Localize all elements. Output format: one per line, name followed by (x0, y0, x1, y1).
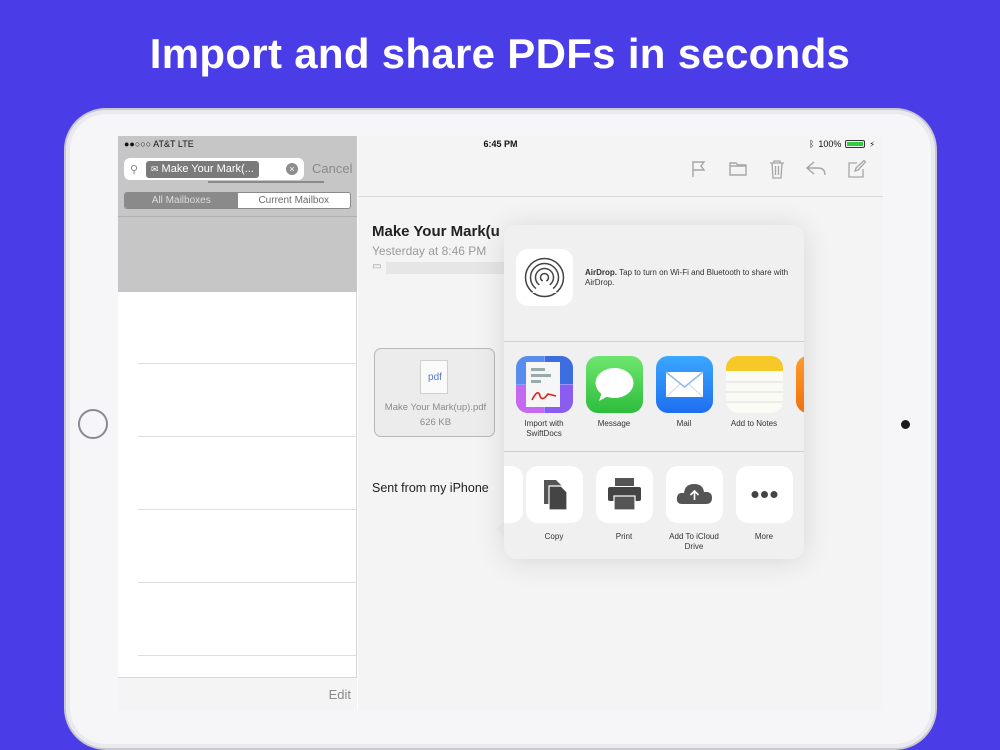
list-separator (138, 436, 357, 437)
app-label: Message (597, 419, 631, 428)
toolbar-divider (358, 196, 883, 197)
share-app-partial[interactable] (794, 356, 804, 413)
share-app-notes[interactable]: Add to Notes (724, 356, 784, 429)
search-icon: ⚲ (130, 163, 139, 176)
airdrop-description: AirDrop. Tap to turn on Wi-Fi and Blueto… (585, 268, 795, 288)
action-label: More (754, 532, 774, 541)
action-partial[interactable] (504, 466, 524, 523)
trash-icon[interactable] (769, 160, 785, 179)
notes-icon (725, 356, 783, 413)
attachment-size: 626 KB (419, 417, 452, 428)
search-token[interactable]: ✉ Make Your Mark(... (146, 160, 259, 178)
message-toolbar (358, 152, 883, 197)
edit-button[interactable]: Edit (329, 687, 351, 702)
status-bar: ●●○○○ AT&T LTE 6:45 PM ᛒ 100% ⚡ (118, 136, 883, 152)
action-label: Print (615, 532, 633, 541)
more-icon (735, 466, 793, 523)
action-label: Add To iCloud Drive (669, 532, 719, 551)
airdrop-row[interactable]: AirDrop. Tap to turn on Wi-Fi and Blueto… (504, 225, 804, 341)
airdrop-title: AirDrop. (585, 268, 617, 277)
list-footer: Edit (118, 677, 357, 710)
action-icloud-drive[interactable]: Add To iCloud Drive (664, 466, 724, 552)
attachment-filename: Make Your Mark(up).pdf (384, 402, 487, 413)
share-app-message[interactable]: Message (584, 356, 644, 429)
status-time: 6:45 PM (483, 139, 518, 149)
flag-icon[interactable] (691, 160, 707, 178)
message-body: Sent from my iPhone (372, 481, 489, 495)
message-date: Yesterday at 8:46 PM (372, 244, 487, 258)
headline: Import and share PDFs in seconds (149, 30, 851, 77)
message-subject: Make Your Mark(u (372, 223, 500, 240)
list-separator (138, 509, 357, 510)
envelope-icon: ✉ (151, 163, 159, 174)
pdf-type-label: pdf (428, 372, 442, 383)
scope-current-mailbox[interactable]: Current Mailbox (238, 193, 351, 208)
list-separator (138, 363, 357, 364)
app-label: Import with SwiftDocs (524, 419, 564, 438)
front-camera (901, 420, 910, 429)
search-row: ⚲ ✉ Make Your Mark(... × Cancel (124, 158, 354, 180)
home-button[interactable] (78, 409, 108, 439)
compose-icon[interactable] (848, 160, 866, 178)
pdf-attachment[interactable]: pdf Make Your Mark(up).pdf 626 KB (374, 348, 495, 437)
search-token-text: Make Your Mark(... (161, 162, 254, 175)
bluetooth-icon: ᛒ (808, 139, 815, 149)
battery-percent: 100% (818, 139, 842, 149)
folder-icon[interactable] (729, 160, 747, 176)
share-actions-row: Copy Print Add To iCloud Drive More (504, 466, 804, 551)
search-input[interactable]: ⚲ ✉ Make Your Mark(... × (124, 158, 304, 180)
cancel-button[interactable]: Cancel (312, 161, 352, 176)
partial-app-icon (795, 356, 804, 413)
pdf-file-icon: pdf (420, 360, 448, 394)
message-icon (585, 356, 643, 413)
battery-icon (845, 140, 866, 148)
charging-icon: ⚡ (869, 139, 875, 149)
sheet-divider (504, 451, 804, 452)
app-label: Add to Notes (730, 419, 778, 428)
folder-name-redacted (386, 262, 504, 274)
share-apps-row: Import with SwiftDocs Message Mail Add t… (504, 356, 804, 441)
swiftdocs-icon (515, 356, 573, 413)
share-sheet: AirDrop. Tap to turn on Wi-Fi and Blueto… (504, 225, 804, 559)
partial-action-icon (504, 466, 523, 523)
icloud-drive-icon (665, 466, 723, 523)
airdrop-icon (516, 249, 573, 306)
search-scope-control: All Mailboxes Current Mailbox (124, 192, 351, 209)
divider (118, 216, 357, 217)
list-separator (138, 655, 357, 656)
status-right: ᛒ 100% ⚡ (809, 139, 875, 149)
search-underline (208, 181, 324, 183)
folder-icon: ▭ (372, 261, 382, 272)
action-label: Copy (544, 532, 564, 541)
copy-icon (525, 466, 583, 523)
action-print[interactable]: Print (594, 466, 654, 542)
mailbox-list-pane: ⚲ ✉ Make Your Mark(... × Cancel All Mailb… (118, 136, 357, 710)
scope-all-mailboxes[interactable]: All Mailboxes (125, 193, 238, 208)
ipad-screen: ⚲ ✉ Make Your Mark(... × Cancel All Mailb… (118, 136, 883, 710)
action-copy[interactable]: Copy (524, 466, 584, 542)
share-app-swiftdocs[interactable]: Import with SwiftDocs (514, 356, 574, 439)
share-app-mail[interactable]: Mail (654, 356, 714, 429)
mail-icon (655, 356, 713, 413)
print-icon (595, 466, 653, 523)
app-label: Mail (676, 419, 692, 428)
list-separator (138, 582, 357, 583)
reply-icon[interactable] (806, 160, 826, 176)
sheet-divider (504, 341, 804, 342)
clear-search-icon[interactable]: × (286, 163, 298, 175)
action-more[interactable]: More (734, 466, 794, 542)
